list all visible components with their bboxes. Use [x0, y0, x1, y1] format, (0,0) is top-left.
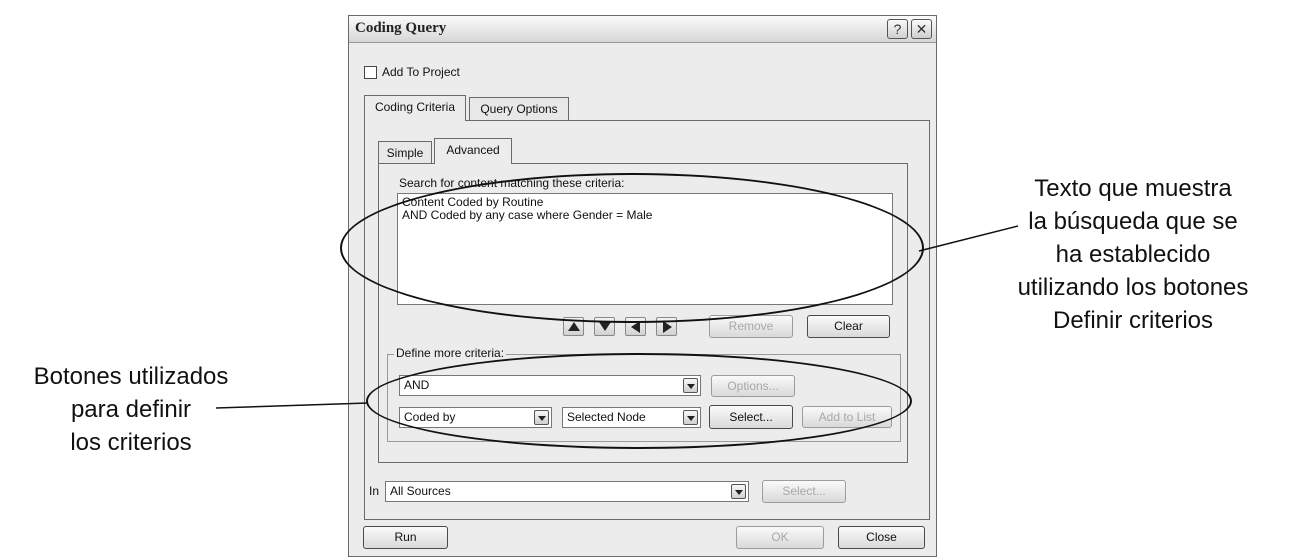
tab-coding-criteria-label: Coding Criteria — [374, 100, 456, 114]
tab-advanced[interactable]: Advanced — [434, 138, 512, 164]
left-annotation: Botones utilizados para definir los crit… — [33, 363, 229, 456]
tab-coding-criteria[interactable]: Coding Criteria — [364, 95, 466, 121]
right-annotation: Texto que muestra la búsqueda que se ha … — [1017, 175, 1249, 334]
tab-advanced-label: Advanced — [446, 143, 500, 157]
